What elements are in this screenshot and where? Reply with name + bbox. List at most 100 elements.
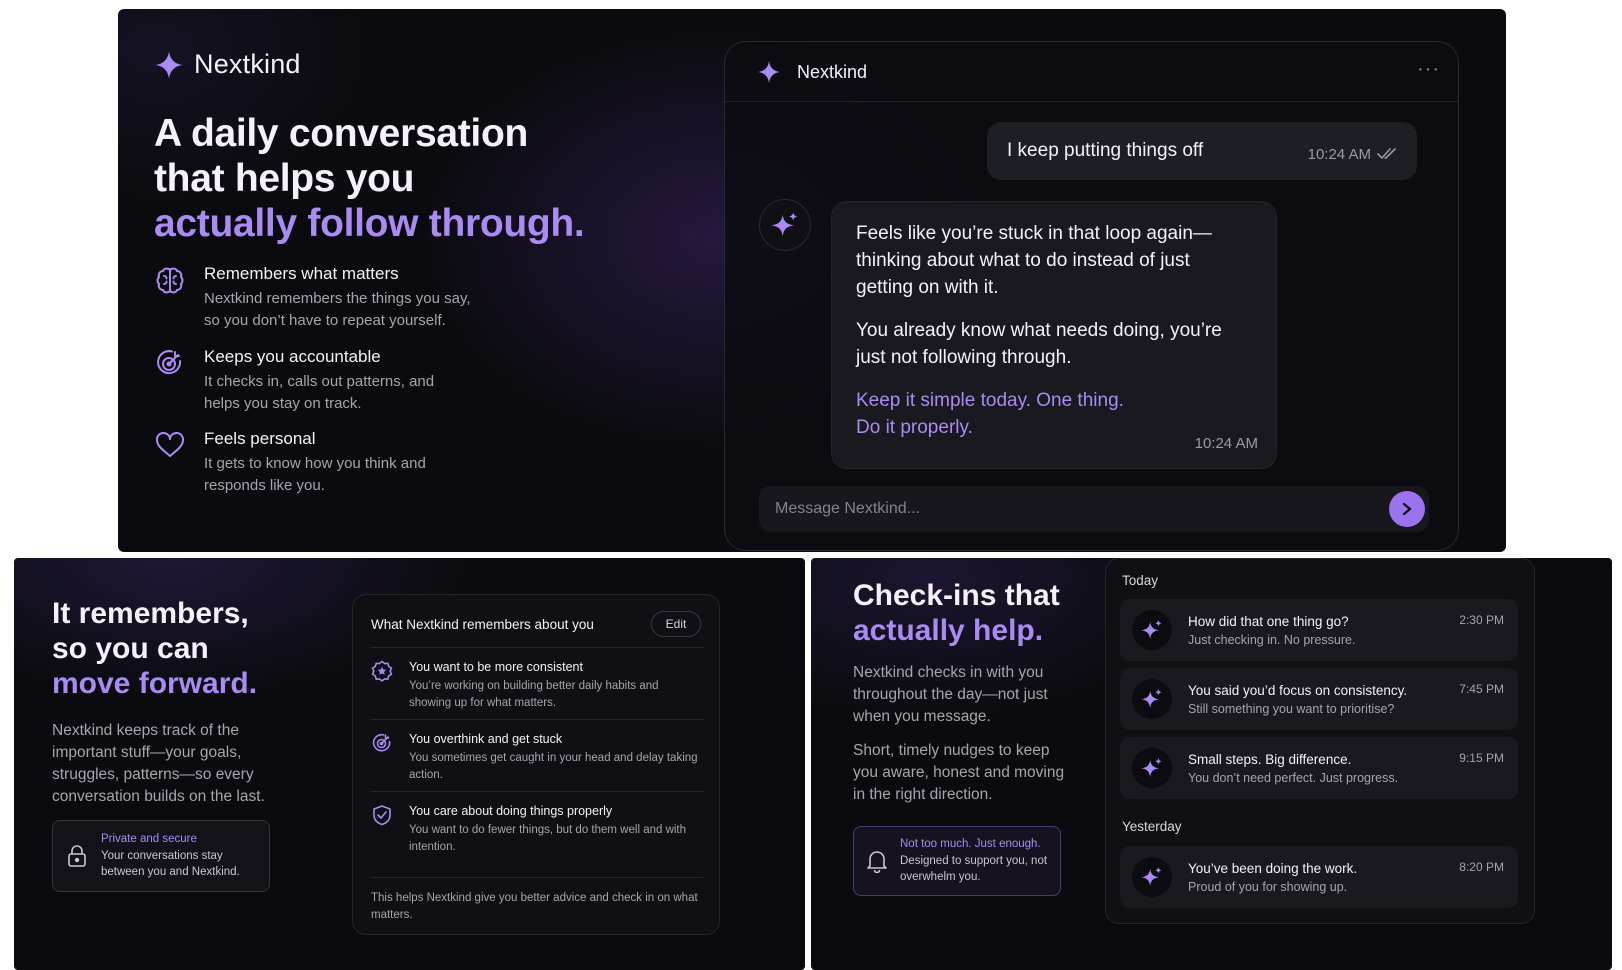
memory-footer: This helps Nextkind give you better advi… (371, 877, 703, 923)
chat-window: Nextkind ··· I keep putting things off 1… (724, 41, 1459, 551)
chevron-right-icon (1399, 501, 1415, 517)
chat-brand: Nextkind (757, 60, 867, 84)
memory-desc: Nextkind keeps track of the important st… (52, 722, 265, 805)
checkin-item-title: How did that one thing go? (1188, 613, 1349, 629)
checkin-item-time: 9:15 PM (1459, 751, 1504, 765)
memory-item-title: You want to be more consistent (409, 660, 583, 674)
checkin-item[interactable]: You’ve been doing the work. Proud of you… (1120, 846, 1518, 908)
memory-panel: It remembers, so you can move forward. N… (14, 558, 805, 970)
nudge-desc: Designed to support you, not overwhelm y… (900, 854, 1048, 883)
nudge-note: Not too much. Just enough. Designed to s… (853, 826, 1061, 896)
bot-message-paragraph: You already know what needs doing, you’r… (856, 320, 1222, 368)
privacy-note: Private and secure Your conversations st… (52, 820, 270, 892)
brain-icon (154, 264, 186, 332)
day-label-yesterday: Yesterday (1122, 819, 1182, 834)
bot-avatar (1132, 679, 1172, 719)
edit-button[interactable]: Edit (651, 611, 701, 637)
checkin-item-desc: Just checking in. No pressure. (1188, 632, 1356, 647)
bot-message-highlight-line: Do it properly. (856, 417, 973, 438)
brand: Nextkind (154, 49, 301, 80)
memory-item-title: You care about doing things properly (409, 804, 613, 818)
bot-avatar (1132, 857, 1172, 897)
memory-item-desc: You sometimes get caught in your head an… (409, 752, 698, 781)
sparkles-icon (1141, 688, 1163, 710)
day-label-today: Today (1122, 573, 1159, 588)
checkin-item-title: You said you’d focus on consistency. (1188, 682, 1408, 698)
bot-avatar (759, 199, 811, 251)
message-meta: 10:24 AM (1308, 146, 1397, 163)
checkin-title-line: Check-ins that (853, 579, 1060, 612)
checkin-item[interactable]: How did that one thing go? Just checking… (1120, 599, 1518, 661)
memory-card-title: What Nextkind remembers about you (371, 617, 594, 632)
send-button[interactable] (1389, 491, 1425, 527)
bell-icon (866, 849, 888, 873)
sparkle-icon (154, 50, 184, 80)
memory-item[interactable]: You overthink and get stuck You sometime… (371, 719, 703, 783)
memory-item-title: You overthink and get stuck (409, 732, 563, 746)
target-icon (154, 347, 186, 415)
checkin-item-time: 8:20 PM (1459, 860, 1504, 874)
memory-item[interactable]: You want to be more consistent You’re wo… (371, 647, 703, 711)
memory-title-accent: move forward. (52, 667, 258, 700)
bot-message: Feels like you’re stuck in that loop aga… (831, 201, 1277, 469)
user-message: I keep putting things off 10:24 AM (987, 122, 1417, 180)
checkin-item-title: Small steps. Big difference. (1188, 751, 1352, 767)
more-options-icon[interactable]: ··· (1417, 58, 1440, 81)
checkin-panel: Check-ins that actually help. Nextkind c… (811, 558, 1612, 970)
sparkle-icon (757, 60, 781, 84)
memory-title: It remembers, so you can move forward. (52, 596, 257, 701)
checkin-item[interactable]: You said you’d focus on consistency. Sti… (1120, 668, 1518, 730)
privacy-desc: Your conversations stay between you and … (101, 849, 240, 878)
feature-desc: It checks in, calls out patterns, and he… (204, 373, 435, 412)
bot-message-highlight-line: Keep it simple today. One thing. (856, 390, 1124, 411)
shield-check-icon (371, 804, 393, 855)
checkin-item-time: 2:30 PM (1459, 613, 1504, 627)
feature-title: Remembers what matters (204, 264, 399, 283)
checkin-item-desc: Proud of you for showing up. (1188, 879, 1348, 894)
memory-card: What Nextkind remembers about you Edit Y… (352, 594, 720, 935)
privacy-title: Private and secure (101, 832, 197, 845)
user-message-text: I keep putting things off (1007, 140, 1204, 161)
bot-avatar (1132, 748, 1172, 788)
heart-icon (154, 429, 186, 497)
checkin-item-time: 7:45 PM (1459, 682, 1504, 696)
feature-remembers: Remembers what matters Nextkind remember… (154, 264, 474, 332)
checkin-item-title: You’ve been doing the work. (1188, 860, 1358, 876)
bot-message-highlight: Keep it simple today. One thing. Do it p… (856, 387, 1252, 441)
sparkles-icon (1141, 866, 1163, 888)
brand-name: Nextkind (194, 49, 301, 79)
feature-title: Feels personal (204, 429, 316, 448)
hero-title-accent: actually follow through. (154, 202, 585, 245)
memory-title-line: so you can (52, 632, 209, 665)
memory-item-desc: You want to do fewer things, but do them… (409, 824, 687, 853)
hero-title-line: A daily conversation (154, 112, 529, 155)
memory-item[interactable]: You care about doing things properly You… (371, 791, 703, 855)
checkin-title: Check-ins that actually help. (853, 578, 1060, 648)
feature-title: Keeps you accountable (204, 347, 381, 366)
hero-panel: Nextkind A daily conversation that helps… (118, 9, 1506, 552)
memory-title-line: It remembers, (52, 597, 249, 630)
target-icon (371, 732, 393, 783)
checkin-item-desc: Still something you want to prioritise? (1188, 701, 1395, 716)
sparkles-icon (771, 211, 799, 239)
message-time: 10:24 AM (1307, 145, 1371, 163)
double-check-icon (1377, 148, 1397, 160)
message-input[interactable] (775, 500, 1335, 518)
feature-accountable: Keeps you accountable It checks in, call… (154, 347, 474, 415)
sparkles-icon (1141, 619, 1163, 641)
memory-item-desc: You’re working on building better daily … (409, 680, 659, 709)
checkin-item[interactable]: Small steps. Big difference. You don’t n… (1120, 737, 1518, 799)
bot-message-paragraph: Feels like you’re stuck in that loop aga… (856, 223, 1212, 298)
message-time: 10:24 AM (1194, 435, 1258, 452)
lock-icon (67, 844, 87, 868)
bot-avatar (1132, 610, 1172, 650)
hero-title: A daily conversation that helps you actu… (154, 111, 585, 246)
nudge-title: Not too much. Just enough. (900, 837, 1041, 850)
checkin-desc: Short, timely nudges to keep you aware, … (853, 742, 1065, 803)
feature-desc: Nextkind remembers the things you say, s… (204, 290, 471, 329)
feature-desc: It gets to know how you think and respon… (204, 455, 426, 494)
star-badge-icon (371, 660, 393, 711)
chat-header: Nextkind ··· (725, 42, 1458, 102)
chat-title: Nextkind (797, 61, 868, 82)
hero-title-line: that helps you (154, 157, 415, 200)
